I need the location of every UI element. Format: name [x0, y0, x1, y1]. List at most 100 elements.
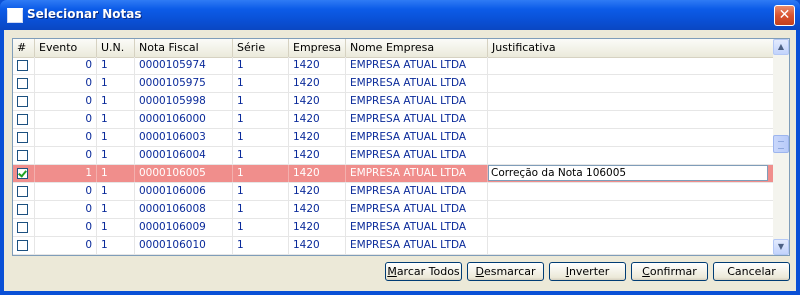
cell-serie[interactable]: 1: [233, 237, 289, 254]
row-checkbox[interactable]: [17, 204, 28, 215]
cell-nota-fiscal[interactable]: 0000106006: [135, 183, 233, 200]
cell-nota-fiscal[interactable]: 0000105975: [135, 75, 233, 92]
scroll-down-icon[interactable]: ▼: [773, 239, 789, 255]
column-header-serie[interactable]: Série: [233, 39, 289, 57]
row-checkbox[interactable]: [17, 240, 28, 251]
cell-empresa[interactable]: 1420: [289, 165, 346, 182]
cell-empresa[interactable]: 1420: [289, 111, 346, 128]
cell-justificativa[interactable]: [488, 147, 773, 164]
inverter-button[interactable]: Inverter: [549, 262, 626, 281]
cell-nome-empresa[interactable]: EMPRESA ATUAL LTDA: [346, 237, 488, 254]
cell-empresa[interactable]: 1420: [289, 57, 346, 74]
cell-justificativa[interactable]: [488, 111, 773, 128]
cell-serie[interactable]: 1: [233, 147, 289, 164]
cell-nome-empresa[interactable]: EMPRESA ATUAL LTDA: [346, 111, 488, 128]
cell-nome-empresa[interactable]: EMPRESA ATUAL LTDA: [346, 201, 488, 218]
cell-nota-fiscal[interactable]: 0000106003: [135, 129, 233, 146]
row-checkbox[interactable]: [17, 78, 28, 89]
column-header-index[interactable]: #: [13, 39, 35, 57]
cell-nota-fiscal[interactable]: 0000106004: [135, 147, 233, 164]
cell-empresa[interactable]: 1420: [289, 201, 346, 218]
cell-serie[interactable]: 1: [233, 129, 289, 146]
cell-nome-empresa[interactable]: EMPRESA ATUAL LTDA: [346, 57, 488, 74]
column-header-nota-fiscal[interactable]: Nota Fiscal: [135, 39, 233, 57]
cell-nome-empresa[interactable]: EMPRESA ATUAL LTDA: [346, 183, 488, 200]
table-row[interactable]: 0 1 0000106009 1 1420 EMPRESA ATUAL LTDA: [13, 219, 773, 237]
confirmar-button[interactable]: Confirmar: [631, 262, 708, 281]
cell-serie[interactable]: 1: [233, 201, 289, 218]
cell-empresa[interactable]: 1420: [289, 183, 346, 200]
cell-un[interactable]: 1: [97, 57, 135, 74]
column-header-justificativa[interactable]: Justificativa: [488, 39, 773, 57]
cell-nota-fiscal[interactable]: 0000105974: [135, 57, 233, 74]
table-row[interactable]: 0 1 0000105974 1 1420 EMPRESA ATUAL LTDA: [13, 57, 773, 75]
row-checkbox[interactable]: [17, 114, 28, 125]
row-checkbox[interactable]: [17, 150, 28, 161]
cell-nome-empresa[interactable]: EMPRESA ATUAL LTDA: [346, 219, 488, 236]
cell-un[interactable]: 1: [97, 201, 135, 218]
cell-evento[interactable]: 0: [35, 75, 97, 92]
row-checkbox[interactable]: [17, 168, 28, 179]
column-header-empresa[interactable]: Empresa: [289, 39, 346, 57]
cancelar-button[interactable]: Cancelar: [713, 262, 790, 281]
table-row[interactable]: 0 1 0000106006 1 1420 EMPRESA ATUAL LTDA: [13, 183, 773, 201]
cell-justificativa[interactable]: [488, 75, 773, 92]
cell-evento[interactable]: 0: [35, 183, 97, 200]
cell-evento[interactable]: 0: [35, 201, 97, 218]
cell-justificativa[interactable]: [488, 129, 773, 146]
desmarcar-button[interactable]: Desmarcar: [467, 262, 544, 281]
cell-evento[interactable]: 0: [35, 93, 97, 110]
cell-un[interactable]: 1: [97, 93, 135, 110]
row-checkbox[interactable]: [17, 222, 28, 233]
cell-empresa[interactable]: 1420: [289, 93, 346, 110]
cell-nome-empresa[interactable]: EMPRESA ATUAL LTDA: [346, 147, 488, 164]
cell-nota-fiscal[interactable]: 0000106009: [135, 219, 233, 236]
table-row[interactable]: 0 1 0000106008 1 1420 EMPRESA ATUAL LTDA: [13, 201, 773, 219]
cell-nome-empresa[interactable]: EMPRESA ATUAL LTDA: [346, 75, 488, 92]
cell-justificativa[interactable]: [488, 219, 773, 236]
cell-nome-empresa[interactable]: EMPRESA ATUAL LTDA: [346, 129, 488, 146]
cell-evento[interactable]: 1: [35, 165, 97, 182]
cell-un[interactable]: 1: [97, 111, 135, 128]
justificativa-input[interactable]: [488, 165, 768, 181]
cell-justificativa[interactable]: [488, 93, 773, 110]
cell-justificativa[interactable]: [488, 201, 773, 218]
cell-serie[interactable]: 1: [233, 165, 289, 182]
cell-un[interactable]: 1: [97, 165, 135, 182]
cell-serie[interactable]: 1: [233, 93, 289, 110]
cell-nome-empresa[interactable]: EMPRESA ATUAL LTDA: [346, 93, 488, 110]
column-header-evento[interactable]: Evento: [35, 39, 97, 57]
scroll-up-icon[interactable]: ▲: [773, 39, 789, 55]
cell-evento[interactable]: 0: [35, 57, 97, 74]
row-checkbox[interactable]: [17, 186, 28, 197]
scroll-thumb[interactable]: [773, 135, 789, 153]
cell-un[interactable]: 1: [97, 183, 135, 200]
cell-serie[interactable]: 1: [233, 57, 289, 74]
row-checkbox[interactable]: [17, 60, 28, 71]
cell-serie[interactable]: 1: [233, 75, 289, 92]
cell-evento[interactable]: 0: [35, 219, 97, 236]
cell-evento[interactable]: 0: [35, 129, 97, 146]
cell-serie[interactable]: 1: [233, 183, 289, 200]
vertical-scrollbar[interactable]: ▲ ▼: [773, 39, 789, 255]
table-row[interactable]: 1 1 0000106005 1 1420 EMPRESA ATUAL LTDA: [13, 165, 773, 183]
cell-justificativa[interactable]: [488, 165, 773, 182]
row-checkbox[interactable]: [17, 96, 28, 107]
table-row[interactable]: 0 1 0000105975 1 1420 EMPRESA ATUAL LTDA: [13, 75, 773, 93]
cell-nome-empresa[interactable]: EMPRESA ATUAL LTDA: [346, 165, 488, 182]
column-header-nome-empresa[interactable]: Nome Empresa: [346, 39, 488, 57]
cell-nota-fiscal[interactable]: 0000106005: [135, 165, 233, 182]
cell-empresa[interactable]: 1420: [289, 237, 346, 254]
cell-justificativa[interactable]: [488, 237, 773, 254]
row-checkbox[interactable]: [17, 132, 28, 143]
cell-un[interactable]: 1: [97, 237, 135, 254]
cell-evento[interactable]: 0: [35, 237, 97, 254]
cell-un[interactable]: 1: [97, 75, 135, 92]
title-bar[interactable]: Selecionar Notas ✕: [0, 0, 800, 30]
cell-serie[interactable]: 1: [233, 111, 289, 128]
cell-empresa[interactable]: 1420: [289, 129, 346, 146]
cell-empresa[interactable]: 1420: [289, 219, 346, 236]
cell-un[interactable]: 1: [97, 129, 135, 146]
cell-empresa[interactable]: 1420: [289, 147, 346, 164]
cell-nota-fiscal[interactable]: 0000105998: [135, 93, 233, 110]
